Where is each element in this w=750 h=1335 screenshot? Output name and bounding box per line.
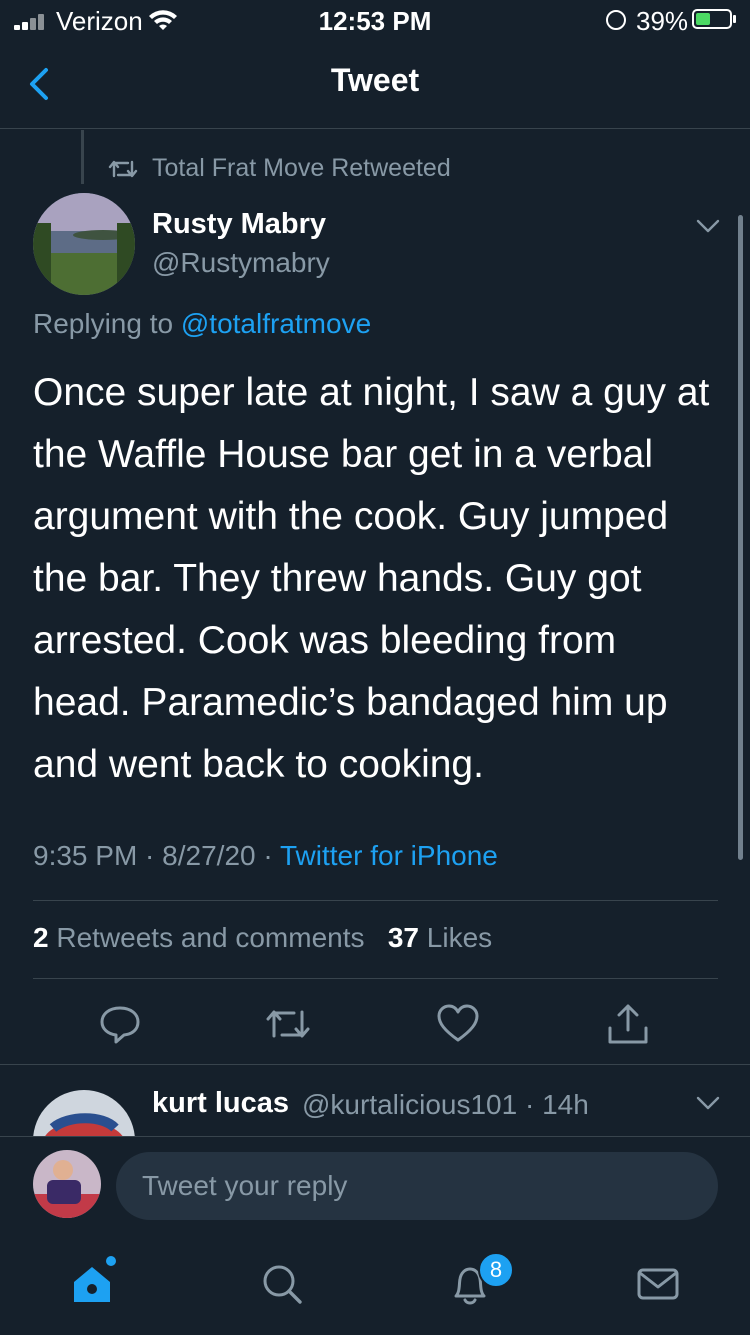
heart-icon[interactable]: [434, 1000, 482, 1048]
retweet-icon[interactable]: [264, 1000, 312, 1048]
search-icon[interactable]: [260, 1262, 304, 1306]
avatar-image: [33, 1150, 101, 1218]
divider: [0, 1064, 750, 1065]
likes-stat[interactable]: 37 Likes: [388, 922, 492, 953]
reply-author-name[interactable]: kurt lucas: [152, 1087, 289, 1120]
battery-icon: [692, 9, 732, 29]
retweet-context-label: Total Frat Move Retweeted: [152, 154, 451, 182]
avatar[interactable]: [33, 193, 135, 295]
reply-input[interactable]: [116, 1152, 718, 1220]
chevron-down-icon[interactable]: [694, 1089, 722, 1117]
messages-envelope-icon[interactable]: [636, 1262, 680, 1306]
retweet-context[interactable]: Total Frat Move Retweeted: [108, 154, 451, 183]
retweet-icon: [108, 160, 138, 177]
chevron-down-icon[interactable]: [694, 212, 722, 240]
battery-percent: 39%: [636, 6, 689, 36]
share-icon[interactable]: [604, 1000, 652, 1048]
nav-divider: [0, 128, 750, 129]
page-title: Tweet: [330, 62, 420, 98]
replying-to: Replying to @totalfratmove: [33, 308, 371, 340]
replying-prefix: Replying to: [33, 308, 174, 339]
divider: [33, 978, 718, 979]
tweet-meta: 9:35 PM · 8/27/20 · Twitter for iPhone: [33, 840, 498, 871]
orientation-lock-icon: [606, 10, 626, 30]
status-bar: Verizon 12:53 PM 39%: [0, 0, 750, 44]
home-new-dot: [106, 1256, 116, 1266]
tweet-date: 8/27/20: [162, 840, 256, 871]
tweet-text: Once super late at night, I saw a guy at…: [33, 371, 710, 786]
tweet-source-link[interactable]: Twitter for iPhone: [280, 840, 498, 871]
thread-line: [81, 130, 84, 184]
battery-tip: [733, 15, 736, 23]
tweet-actions: [0, 1000, 750, 1050]
replying-handle-link[interactable]: @totalfratmove: [181, 308, 371, 339]
author-handle[interactable]: @Rustymabry: [152, 247, 330, 279]
likes-count: 37: [387, 922, 419, 953]
scrollbar[interactable]: [738, 215, 743, 860]
likes-label: Likes: [426, 922, 493, 953]
reply-age: 14h: [542, 1089, 589, 1120]
retweets-stat[interactable]: 2 Retweets and comments: [33, 922, 365, 953]
divider: [33, 900, 718, 901]
reply-author-meta: @kurtalicious101 · 14h: [302, 1089, 589, 1120]
tweet-stats: 2 Retweets and comments 37 Likes: [33, 922, 492, 954]
reply-icon[interactable]: [96, 1000, 144, 1048]
home-icon[interactable]: [70, 1262, 114, 1306]
author-name[interactable]: Rusty Mabry: [152, 208, 326, 241]
reply-author-handle[interactable]: @kurtalicious101: [302, 1089, 517, 1120]
my-avatar[interactable]: [33, 1150, 101, 1218]
notifications-badge: 8: [478, 1252, 514, 1288]
tweet-time: 9:35 PM: [33, 840, 138, 871]
retweets-label: Retweets and comments: [56, 922, 365, 953]
lake-landscape-image: [33, 193, 135, 295]
retweets-count: 2: [33, 922, 49, 953]
